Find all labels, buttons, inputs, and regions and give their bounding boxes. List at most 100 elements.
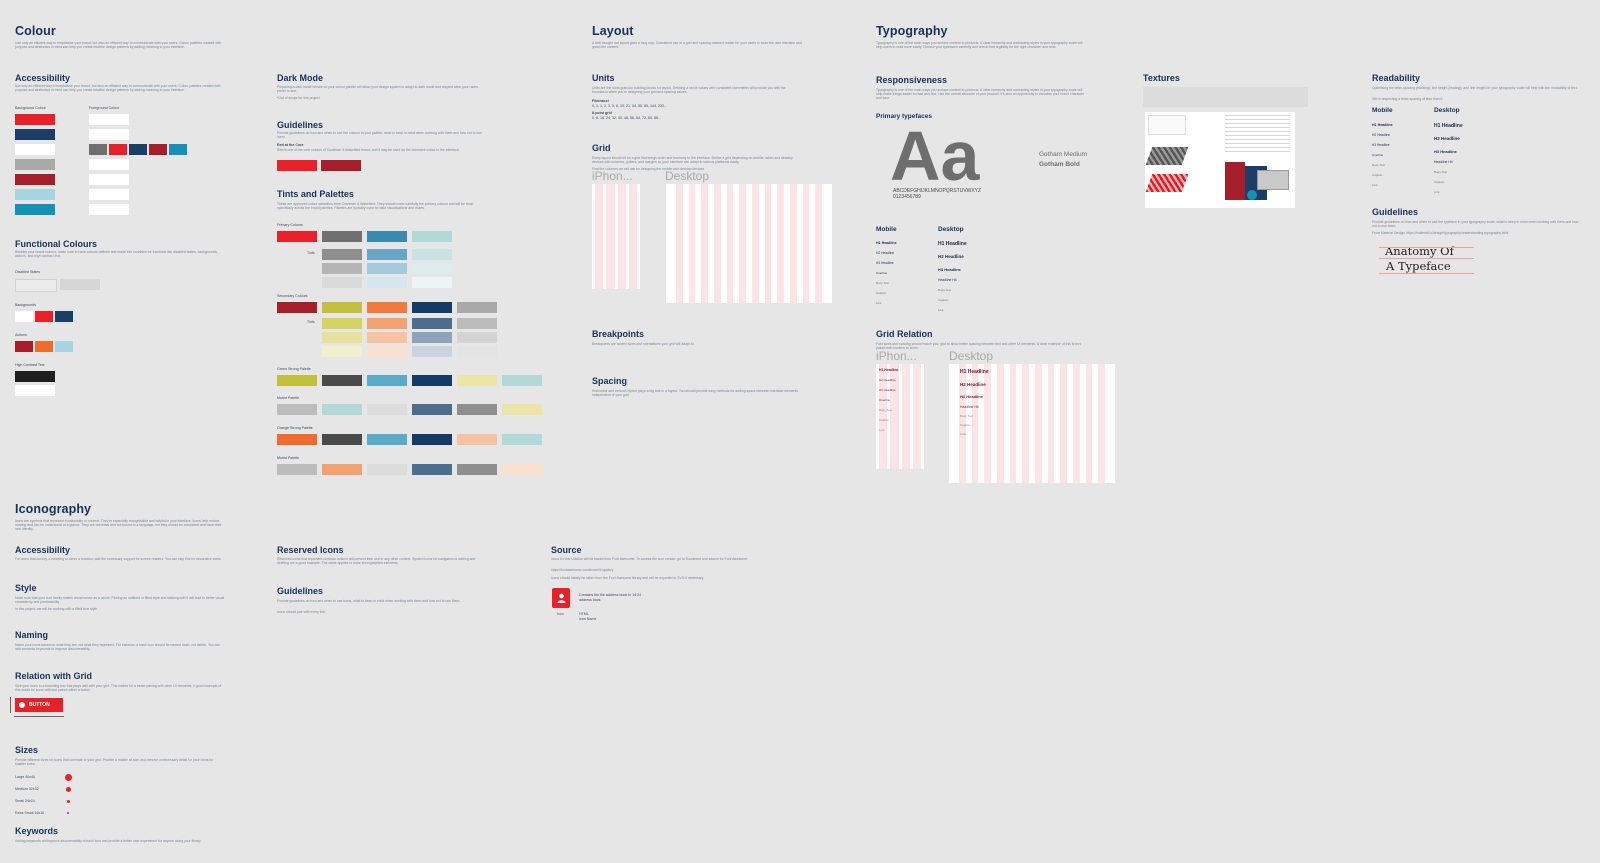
spacing-marker [10, 697, 11, 713]
type-style: Caption [879, 418, 890, 422]
actions-label: Actions [15, 333, 27, 337]
circle-icon [65, 773, 72, 781]
layout-desc: A well thought out layout goes a long wa… [592, 41, 802, 49]
accessibility-desc: Not only an efficient way to emphasise y… [15, 84, 221, 92]
sec-tints-row-3 [322, 346, 497, 357]
functional-title: Functional Colours [15, 239, 97, 249]
palette-4-label: Muted Palette [277, 456, 300, 460]
sample-button[interactable]: BUTTON [15, 698, 63, 712]
anatomy-baseline-2 [1379, 273, 1474, 274]
disabled-swatches [15, 279, 100, 292]
keywords-title: Keywords [15, 826, 59, 836]
type-style: H2 Headline [876, 251, 895, 255]
desktop-grid [666, 184, 832, 303]
breakpoints-title: Breakpoints [592, 329, 645, 339]
anatomy-baseline [1379, 258, 1474, 259]
read-mobile-list: H1 Headline H2 Headline H3 Headline Over… [1372, 123, 1393, 193]
mobile-grid [592, 184, 640, 289]
naming-desc: Name your icons based on what they are, … [15, 643, 221, 651]
circle-icon [67, 799, 70, 803]
size-item: Extra Small 16x16 [15, 807, 72, 819]
resp-desktop-label: Desktop [938, 226, 964, 233]
texture-card [1257, 170, 1289, 190]
palette-3-label: Orange Strong Palette [277, 426, 313, 430]
type-style: H1 Headline [876, 241, 897, 245]
type-style: Body Text [1372, 163, 1386, 167]
type-guidelines-desc: Provide guidelines on how and when to us… [1372, 220, 1579, 228]
sec-tints-row-1 [322, 318, 497, 329]
fg-swatch [89, 204, 129, 215]
texture-sample-grey [1145, 147, 1189, 165]
type-style: H1 Headline [1434, 123, 1463, 129]
type-style: H2 Headline [1372, 133, 1391, 137]
type-style: Body Text [879, 408, 893, 412]
source-icon-label: Icon [557, 612, 564, 616]
iconography-desc: Icons are symbols that represent functio… [15, 519, 222, 531]
palette-4-row [277, 464, 542, 475]
style-title: Style [15, 583, 37, 593]
type-style: H3 Headline [1372, 143, 1390, 147]
source-link[interactable]: https://fontawesome.com/icons?d=gallery [551, 568, 761, 572]
icon-accessibility-desc: For icons that convey a meaning or serve… [15, 557, 222, 561]
type-style: Caption [1434, 180, 1445, 184]
fg-swatch-column [89, 114, 187, 215]
type-style: H3 Headline [876, 261, 894, 265]
textures-title: Textures [1143, 73, 1180, 83]
tints-title: Tints and Palettes [277, 189, 354, 199]
backgrounds-label: Backgrounds [15, 303, 36, 307]
grid-desc: Every layout should sit on a grid that b… [592, 156, 793, 164]
type-style: H3 Headline [938, 267, 961, 272]
type-style: Headline H4 [938, 278, 957, 282]
breakpoints-desc: Breakpoints are screen sizes and orienta… [592, 342, 695, 346]
type-style: H3 Headline [879, 388, 896, 392]
tints-label: Tints [307, 251, 315, 255]
sizes-title: Sizes [15, 745, 39, 755]
type-style: Link [1434, 190, 1440, 194]
bg-swatch-column [15, 114, 55, 215]
accessibility-title: Accessibility [15, 73, 71, 83]
size-item: Large 40x40 [15, 771, 72, 783]
type-style: H1 Headline [879, 368, 899, 372]
source-sample-line-1: Contains the file address book in 14:24 [579, 593, 642, 597]
dark-mode-note: *Out of scope for this project [277, 96, 320, 100]
palette-1-label: Green Strong Palette [277, 367, 311, 371]
address-book-icon[interactable] [552, 588, 570, 608]
units-desc: Units are the most granular building blo… [592, 86, 786, 94]
textures-board [1145, 112, 1295, 208]
type-style: H3 Headline [960, 394, 983, 399]
type-style: H2 Headline [960, 382, 986, 387]
units-title: Units [592, 73, 615, 83]
texture-sample-plain [1148, 115, 1186, 135]
fg-colour-label: Foreground Colour [89, 106, 120, 110]
bg-swatch [15, 144, 55, 155]
type-style: Overline [879, 398, 891, 402]
source-note: Icons should ideally be taken from the F… [551, 576, 705, 580]
texture-sample-red [1145, 174, 1189, 192]
resp-desktop-list: H1 Headline H2 Headline H3 Headline Head… [938, 241, 967, 318]
tints-row-2 [322, 263, 452, 274]
bg-swatch [15, 204, 55, 215]
type-style: Headline H4 [960, 405, 979, 409]
read-mobile-label: Mobile [1372, 107, 1393, 114]
desktop-label: Desktop [665, 169, 710, 183]
typeface-sample: Aa [890, 117, 980, 195]
colour-desc: Use only an efficient way to emphasise y… [15, 41, 222, 49]
bg-swatch [15, 174, 55, 185]
palette-1-row [277, 375, 542, 386]
bg-swatch [15, 159, 55, 170]
typography-desc: Typography is one of the main ways you s… [876, 41, 1083, 49]
type-style: H2 Headline [879, 378, 896, 382]
digits: 0123456789 [893, 194, 921, 200]
type-style: Link [1372, 183, 1378, 187]
source-sample-line-2: address book [579, 598, 601, 602]
gr-desktop-list: H1 Headline H2 Headline H3 Headline Head… [960, 369, 989, 441]
type-style: Link [879, 428, 885, 432]
type-guidelines-link[interactable]: From Material Design: https://material.i… [1372, 231, 1582, 235]
responsiveness-title: Responsiveness [876, 75, 948, 85]
sizes-desc: Provide different sizes for icons that c… [15, 758, 214, 766]
readability-note: We're respecting a letter spacing of les… [1372, 97, 1444, 101]
type-style: Overline [1372, 153, 1384, 157]
type-style: Body Text [876, 281, 890, 285]
type-style: Link [960, 432, 966, 436]
type-style: Caption [960, 423, 971, 427]
